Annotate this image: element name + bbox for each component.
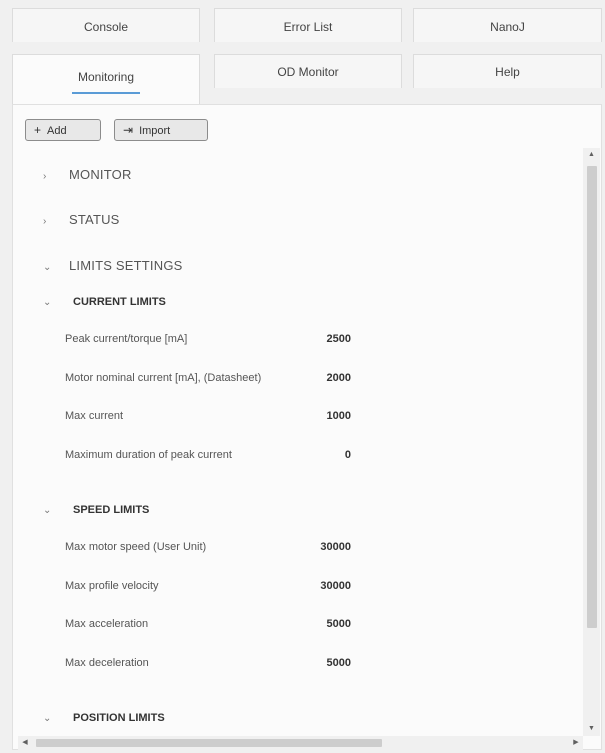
tab-nanoj[interactable]: NanoJ <box>413 8 602 42</box>
subsection-position-limits[interactable]: ⌄ POSITION LIMITS <box>43 712 165 724</box>
param-value[interactable]: 5000 <box>327 657 351 669</box>
chevron-right-icon: › <box>43 216 47 227</box>
speed-limits-title: SPEED LIMITS <box>73 504 150 516</box>
add-button-label: Add <box>47 125 67 137</box>
scroll-down-icon[interactable]: ▼ <box>583 722 600 736</box>
vertical-scroll-thumb[interactable] <box>587 166 597 628</box>
param-label: Motor nominal current [mA], (Datasheet) <box>65 372 262 384</box>
subsection-current-limits[interactable]: ⌄ CURRENT LIMITS <box>43 296 166 308</box>
tab-console-label: Console <box>83 20 129 34</box>
tab-od-monitor-label: OD Monitor <box>277 65 339 79</box>
monitoring-panel: + Add ⇥ Import › MONITOR › STATUS ⌄ LIMITS SE… <box>12 104 602 750</box>
param-label: Max acceleration <box>65 618 149 630</box>
param-label: Maximum duration of peak current <box>65 449 232 461</box>
tab-monitoring[interactable]: Monitoring <box>12 54 200 104</box>
scroll-right-icon[interactable]: ▶ <box>569 736 583 750</box>
chevron-right-icon: › <box>43 171 47 182</box>
param-value[interactable]: 5000 <box>327 618 351 630</box>
param-label: Peak current/torque [mA] <box>65 333 188 345</box>
tab-row-top: Console Error List NanoJ <box>12 8 602 42</box>
tab-error-list-label: Error List <box>283 20 333 34</box>
current-limits-title: CURRENT LIMITS <box>73 296 166 308</box>
param-value[interactable]: 0 <box>345 449 351 461</box>
param-label: Max profile velocity <box>65 580 159 592</box>
param-value[interactable]: 2000 <box>327 372 351 384</box>
tab-od-monitor[interactable]: OD Monitor <box>214 54 402 88</box>
tab-row-bottom: Monitoring OD Monitor Help <box>12 54 602 104</box>
tab-help[interactable]: Help <box>413 54 602 88</box>
subsection-speed-limits[interactable]: ⌄ SPEED LIMITS <box>43 504 149 516</box>
tab-help-label: Help <box>495 65 520 79</box>
horizontal-scrollbar[interactable]: ◀ ▶ <box>18 736 583 750</box>
param-value[interactable]: 30000 <box>320 541 351 553</box>
param-value[interactable]: 2500 <box>327 333 351 345</box>
section-monitor-label: MONITOR <box>69 167 132 182</box>
import-button-label: Import <box>139 125 171 137</box>
tab-error-list[interactable]: Error List <box>214 8 402 42</box>
tab-nanoj-label: NanoJ <box>490 20 525 34</box>
param-label: Max deceleration <box>65 657 149 669</box>
chevron-down-icon: ⌄ <box>43 713 52 724</box>
position-limits-title: POSITION LIMITS <box>73 712 165 724</box>
vertical-scrollbar[interactable]: ▲ ▼ <box>583 148 600 736</box>
section-limits-settings[interactable]: ⌄ LIMITS SETTINGS <box>43 258 183 273</box>
param-value[interactable]: 30000 <box>320 580 351 592</box>
tab-console[interactable]: Console <box>12 8 200 42</box>
tab-monitoring-label: Monitoring <box>71 67 141 94</box>
scroll-left-icon[interactable]: ◀ <box>18 736 32 750</box>
import-button[interactable]: ⇥ Import <box>114 119 208 141</box>
param-label: Max motor speed (User Unit) <box>65 541 207 553</box>
plus-icon: + <box>34 123 42 137</box>
chevron-down-icon: ⌄ <box>43 262 52 273</box>
chevron-down-icon: ⌄ <box>43 297 52 308</box>
import-icon: ⇥ <box>123 123 134 137</box>
section-monitor[interactable]: › MONITOR <box>43 167 132 182</box>
chevron-down-icon: ⌄ <box>43 505 52 516</box>
scroll-up-icon[interactable]: ▲ <box>583 148 600 162</box>
param-label: Max current <box>65 410 124 422</box>
section-status-label: STATUS <box>69 212 120 227</box>
section-status[interactable]: › STATUS <box>43 212 120 227</box>
add-button[interactable]: + Add <box>25 119 101 141</box>
section-limits-settings-label: LIMITS SETTINGS <box>69 258 183 273</box>
param-value[interactable]: 1000 <box>327 410 351 422</box>
horizontal-scroll-thumb[interactable] <box>36 739 382 747</box>
